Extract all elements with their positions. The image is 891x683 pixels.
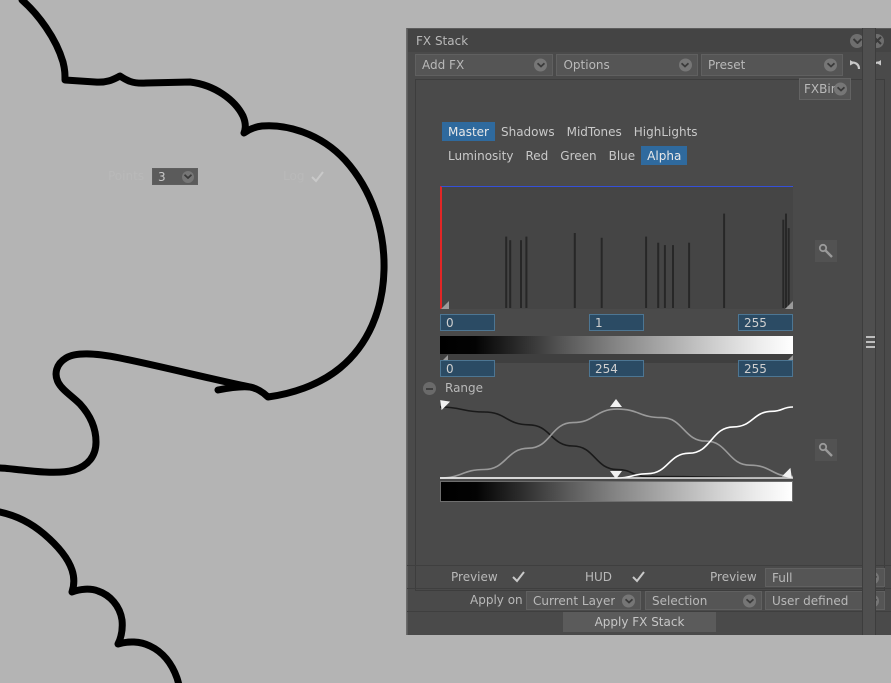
range-gradient-bar <box>440 481 793 502</box>
chevron-down-icon[interactable] <box>182 170 194 183</box>
preview-label: Preview <box>451 570 498 584</box>
tabs-channel: Luminosity Red Green Blue Alpha <box>442 146 688 165</box>
output-low-field[interactable]: 0 <box>440 360 495 377</box>
histogram-bars <box>505 213 790 308</box>
histogram-canvas[interactable] <box>440 186 793 309</box>
tab-alpha[interactable]: Alpha <box>641 146 688 165</box>
hud-label: HUD <box>585 570 613 584</box>
add-fx-dropdown[interactable]: Add FX <box>415 54 554 76</box>
preset-label: Preset <box>707 58 746 72</box>
output-low-value: 0 <box>446 361 454 376</box>
range-handle-mid-top[interactable] <box>610 399 622 407</box>
input-low-field[interactable]: 0 <box>440 314 495 331</box>
range-handle-mid-bottom[interactable] <box>610 471 622 479</box>
fxbin-dropdown[interactable]: FXBin <box>799 78 851 100</box>
chevron-down-icon[interactable] <box>824 58 838 72</box>
histogram-handle-left[interactable] <box>441 301 449 309</box>
range-curve-plot[interactable] <box>440 403 793 480</box>
user-defined-value: User defined <box>772 593 849 608</box>
input-mid-field[interactable]: 1 <box>589 314 644 331</box>
points-label: Points <box>108 169 145 183</box>
footer-row-preview: Preview HUD Preview Full <box>407 565 891 588</box>
chevron-down-icon[interactable] <box>834 82 847 96</box>
range-curves <box>440 406 793 479</box>
tab-highlights[interactable]: HighLights <box>627 122 704 141</box>
apply-on-label: Apply on <box>470 593 523 607</box>
footer-row-apply-on: Apply on Current Layer Selection User de… <box>407 588 891 611</box>
tab-luminosity[interactable]: Luminosity <box>442 146 520 165</box>
tab-master[interactable]: Master <box>442 122 495 141</box>
points-value: 3 <box>158 169 166 184</box>
tab-red[interactable]: Red <box>519 146 555 165</box>
minus-circle-icon[interactable] <box>423 382 436 395</box>
input-high-field[interactable]: 255 <box>738 314 793 331</box>
add-fx-label: Add FX <box>422 58 465 72</box>
tab-blue[interactable]: Blue <box>602 146 642 165</box>
tab-shadows[interactable]: Shadows <box>494 122 561 141</box>
window-title: FX Stack <box>416 33 469 48</box>
checkmark-icon[interactable] <box>631 570 646 587</box>
apply-fx-stack-label: Apply FX Stack <box>594 615 685 629</box>
output-high-value: 255 <box>744 361 767 376</box>
panel-splitter[interactable] <box>862 28 876 635</box>
fx-stack-window: FX Stack Add FX Options Preset <box>407 28 891 635</box>
input-high-value: 255 <box>744 315 767 330</box>
range-label: Range <box>445 381 484 395</box>
input-mid-value: 1 <box>595 315 603 330</box>
options-dropdown[interactable]: Options <box>556 54 698 76</box>
output-mid-field[interactable]: 254 <box>589 360 644 377</box>
log-label: Log <box>283 169 305 183</box>
points-row: Points 3 Log <box>28 168 443 186</box>
tab-midtones[interactable]: MidTones <box>560 122 628 141</box>
output-mid-value: 254 <box>595 361 618 376</box>
histogram-handle-right[interactable] <box>785 301 793 309</box>
chevron-down-icon[interactable] <box>534 58 548 72</box>
preset-dropdown[interactable]: Preset <box>700 54 844 76</box>
magnifier-icon[interactable] <box>815 439 837 461</box>
preview-quality-label: Preview <box>710 570 757 584</box>
input-gradient-bar <box>440 336 793 354</box>
curve-midtones <box>440 408 793 479</box>
selection-dropdown[interactable]: Selection <box>645 591 762 610</box>
apply-on-value: Current Layer <box>533 593 616 608</box>
points-dropdown[interactable]: 3 <box>152 168 198 185</box>
apply-fx-stack-button[interactable]: Apply FX Stack <box>563 612 716 632</box>
input-low-value: 0 <box>446 315 454 330</box>
tabs-primary: Master Shadows MidTones HighLights <box>442 122 704 141</box>
window-titlebar: FX Stack <box>408 29 891 52</box>
chevron-down-icon[interactable] <box>622 594 635 607</box>
preview-quality-value: Full <box>772 570 793 585</box>
histogram-plot[interactable] <box>440 186 793 309</box>
options-label: Options <box>563 58 610 72</box>
splitter-grip-icon[interactable] <box>866 336 875 348</box>
apply-on-dropdown[interactable]: Current Layer <box>526 591 641 610</box>
checkmark-icon[interactable] <box>511 570 526 587</box>
fx-toolbar: Add FX Options Preset <box>415 54 885 76</box>
range-section-header[interactable]: Range <box>420 381 720 397</box>
checkmark-icon[interactable] <box>310 170 325 187</box>
tab-green[interactable]: Green <box>554 146 603 165</box>
chevron-down-icon[interactable] <box>743 594 756 607</box>
selection-value: Selection <box>652 593 708 608</box>
magnifier-icon[interactable] <box>815 240 837 262</box>
output-high-field[interactable]: 255 <box>738 360 793 377</box>
chevron-down-icon[interactable] <box>678 58 692 72</box>
